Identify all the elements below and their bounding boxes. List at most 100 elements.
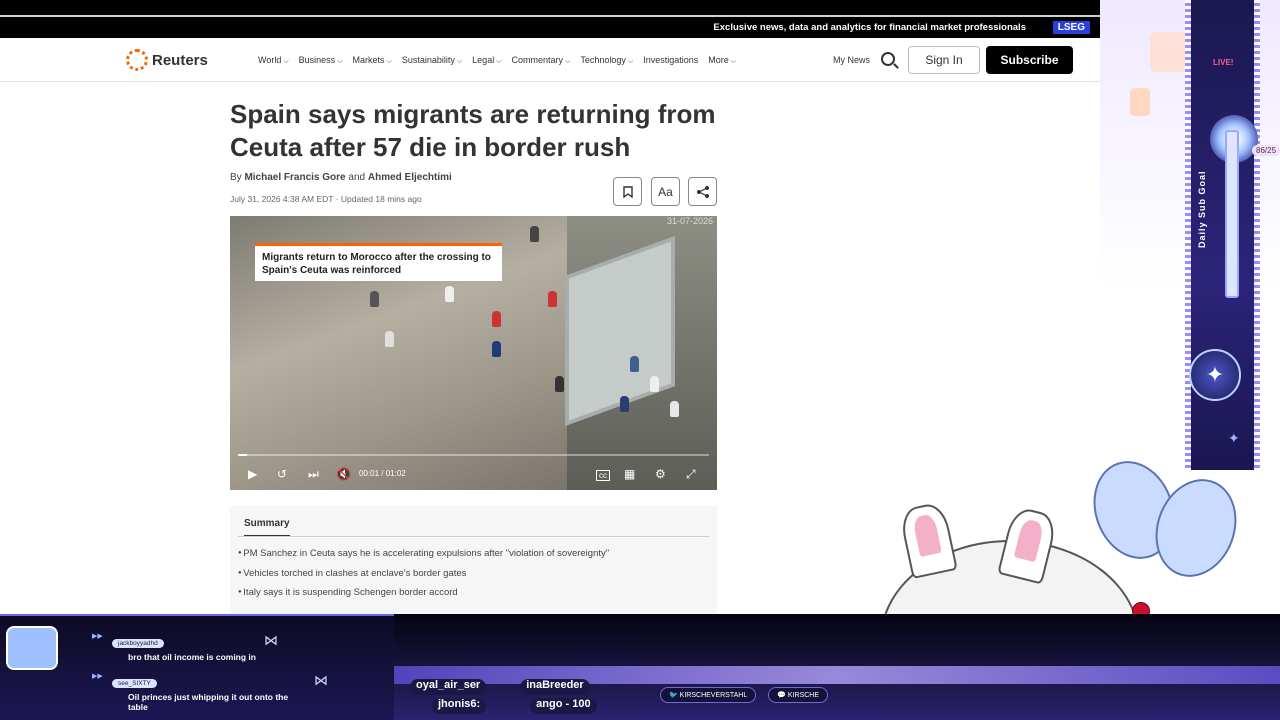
and-label: and bbox=[348, 172, 366, 183]
time-total: 01:02 bbox=[385, 469, 406, 478]
chevron-down-icon: ⌵ bbox=[386, 58, 392, 65]
nav-technology[interactable]: Technology ⌵ bbox=[580, 55, 633, 66]
nav-world[interactable]: World ⌵ bbox=[258, 55, 289, 66]
lseg-logo[interactable]: LSEG bbox=[1052, 21, 1090, 34]
list-item: Italy says it is suspending Schengen bor… bbox=[238, 587, 609, 607]
nav-markets[interactable]: Markets ⌵ bbox=[353, 55, 392, 66]
site-navbar: Reuters World ⌵ Business ⌵ Markets ⌵ Sustai… bbox=[0, 38, 1100, 82]
video-figure bbox=[445, 286, 454, 302]
video-progress-bar[interactable] bbox=[238, 454, 709, 456]
chevron-down-icon: ⌵ bbox=[496, 58, 502, 65]
pillar-edge bbox=[1254, 0, 1260, 470]
top-banner: Exclusive news, data and analytics for f… bbox=[0, 0, 1280, 38]
bookmark-icon bbox=[622, 185, 633, 198]
video-figure bbox=[548, 291, 557, 307]
video-figure bbox=[530, 226, 539, 242]
captions-icon[interactable]: cc bbox=[596, 470, 610, 481]
text-size-label: Aa bbox=[658, 184, 673, 199]
sign-in-button[interactable]: Sign In bbox=[908, 46, 980, 74]
next-icon[interactable]: ⏭ bbox=[308, 467, 319, 482]
divider bbox=[238, 536, 709, 537]
reuters-logo[interactable]: Reuters bbox=[126, 49, 208, 71]
sub-goal-bar bbox=[1225, 130, 1239, 298]
video-progress-fill bbox=[238, 454, 248, 456]
nav-legal[interactable]: Legal ⌵ bbox=[472, 55, 501, 66]
bow-icon: ⋈ bbox=[314, 672, 328, 688]
banner-tagline[interactable]: Exclusive news, data and analytics for f… bbox=[713, 22, 1026, 33]
video-player[interactable]: 31-07-2026 Migrants return to Morocco af… bbox=[230, 216, 717, 490]
play-icon[interactable]: ▶ bbox=[248, 467, 257, 481]
mascot-bow bbox=[1080, 449, 1255, 610]
chat-message: see_SIXTY Oil princes just whipping it o… bbox=[112, 672, 308, 712]
gift-box-icon bbox=[6, 626, 58, 670]
time-current: 00:01 bbox=[359, 469, 380, 478]
nav-sustainability[interactable]: Sustainability ⌵ bbox=[402, 55, 462, 66]
share-button[interactable] bbox=[688, 177, 717, 206]
video-figure bbox=[620, 396, 629, 412]
sparkle-icon: ✦ bbox=[1228, 430, 1240, 446]
text-size-button[interactable]: Aa bbox=[651, 177, 680, 206]
discord-handle: 💬 KIRSCHE bbox=[768, 687, 829, 703]
sub-goal-count: 86/25 bbox=[1252, 145, 1280, 156]
pillar-edge bbox=[1185, 0, 1191, 470]
mascot-ear-inner bbox=[912, 513, 942, 557]
article-dateline: July 31, 2026 4:38 AM EDT · Updated 18 m… bbox=[230, 194, 422, 204]
nav-links: World ⌵ Business ⌵ Markets ⌵ Sustainability… bbox=[258, 55, 736, 66]
by-label: By bbox=[230, 172, 242, 183]
chat-text: Oil princes just whipping it out onto th… bbox=[128, 692, 289, 712]
gear-icon[interactable]: ⚙ bbox=[655, 467, 666, 481]
video-figure bbox=[650, 376, 659, 392]
tab-summary[interactable]: Summary bbox=[244, 518, 290, 537]
overlay-tag-decoration bbox=[1150, 32, 1186, 72]
my-news-link[interactable]: My News bbox=[833, 55, 870, 65]
ticker-item: ango - 100 bbox=[530, 698, 597, 714]
video-caption: Migrants return to Morocco after the cro… bbox=[255, 243, 502, 281]
bookmark-button[interactable] bbox=[613, 177, 642, 206]
ticker-item: inaBreeder bbox=[520, 679, 590, 695]
chevron-down-icon: ⌵ bbox=[456, 58, 463, 65]
search-icon[interactable] bbox=[881, 52, 895, 66]
logo-text: Reuters bbox=[152, 51, 208, 69]
video-time: 00:01 / 01:02 bbox=[359, 469, 406, 478]
chevron-down-icon: ⌵ bbox=[337, 58, 343, 65]
mascot-ear-inner bbox=[1013, 518, 1045, 563]
chevron-down-icon: ⌵ bbox=[283, 58, 289, 65]
ticker-bottom-row: jhonis6: ango - 100 bbox=[432, 698, 597, 714]
grid-icon[interactable]: ▦ bbox=[624, 467, 635, 481]
ticker-top-row: oyal_air_ser inaBreeder bbox=[410, 679, 590, 695]
video-figure bbox=[630, 356, 639, 372]
mascot-ear bbox=[898, 500, 958, 580]
fullscreen-icon[interactable]: ⤢ bbox=[686, 467, 696, 482]
mute-icon[interactable]: 🔇 bbox=[336, 467, 351, 481]
nav-more[interactable]: More ⌵ bbox=[708, 55, 736, 66]
chat-username: see_SIXTY bbox=[112, 679, 157, 688]
video-figure bbox=[670, 401, 679, 417]
stream-chat: ▶▶ jackboyyadhd bro that oil income is c… bbox=[0, 614, 394, 720]
video-figure bbox=[492, 311, 501, 327]
nav-investigations[interactable]: Investigations bbox=[643, 55, 698, 66]
chat-username: jackboyyadhd bbox=[112, 639, 164, 648]
author-link[interactable]: Michael Francis Gore bbox=[244, 172, 345, 183]
list-item: Vehicles torched in clashes at enclave's… bbox=[238, 568, 609, 588]
subscribe-button[interactable]: Subscribe bbox=[986, 46, 1073, 74]
nav-commentary[interactable]: Commentary ⌵ bbox=[512, 55, 571, 66]
social-links: 🐦 KIRSCHEVERSTAHL 💬 KIRSCHE bbox=[660, 687, 829, 703]
reuters-logo-icon bbox=[126, 49, 148, 71]
author-link[interactable]: Ahmed Eljechtimi bbox=[368, 172, 452, 183]
article-headline: Spain says migrants are returning from C… bbox=[230, 99, 716, 162]
share-icon bbox=[696, 185, 709, 198]
summary-list: PM Sanchez in Ceuta says he is accelerat… bbox=[238, 548, 609, 607]
ticker-item: oyal_air_ser bbox=[410, 679, 487, 695]
list-item: PM Sanchez in Ceuta says he is accelerat… bbox=[238, 548, 609, 568]
video-date-stamp: 31-07-2026 bbox=[666, 216, 713, 226]
chat-text: bro that oil income is coming in bbox=[128, 652, 256, 662]
video-figure bbox=[492, 341, 501, 357]
replay-icon[interactable]: ↺ bbox=[277, 467, 287, 481]
video-figure bbox=[555, 376, 564, 392]
chat-arrow-icon: ▶▶ bbox=[92, 673, 103, 680]
nav-business[interactable]: Business ⌵ bbox=[299, 55, 343, 66]
sparkle-orb-icon: ✦ bbox=[1189, 349, 1241, 401]
twitter-handle: 🐦 KIRSCHEVERSTAHL bbox=[660, 687, 757, 703]
byline: By Michael Francis Gore and Ahmed Eljech… bbox=[230, 172, 452, 183]
summary-panel: Summary PM Sanchez in Ceuta says he is a… bbox=[230, 506, 717, 616]
